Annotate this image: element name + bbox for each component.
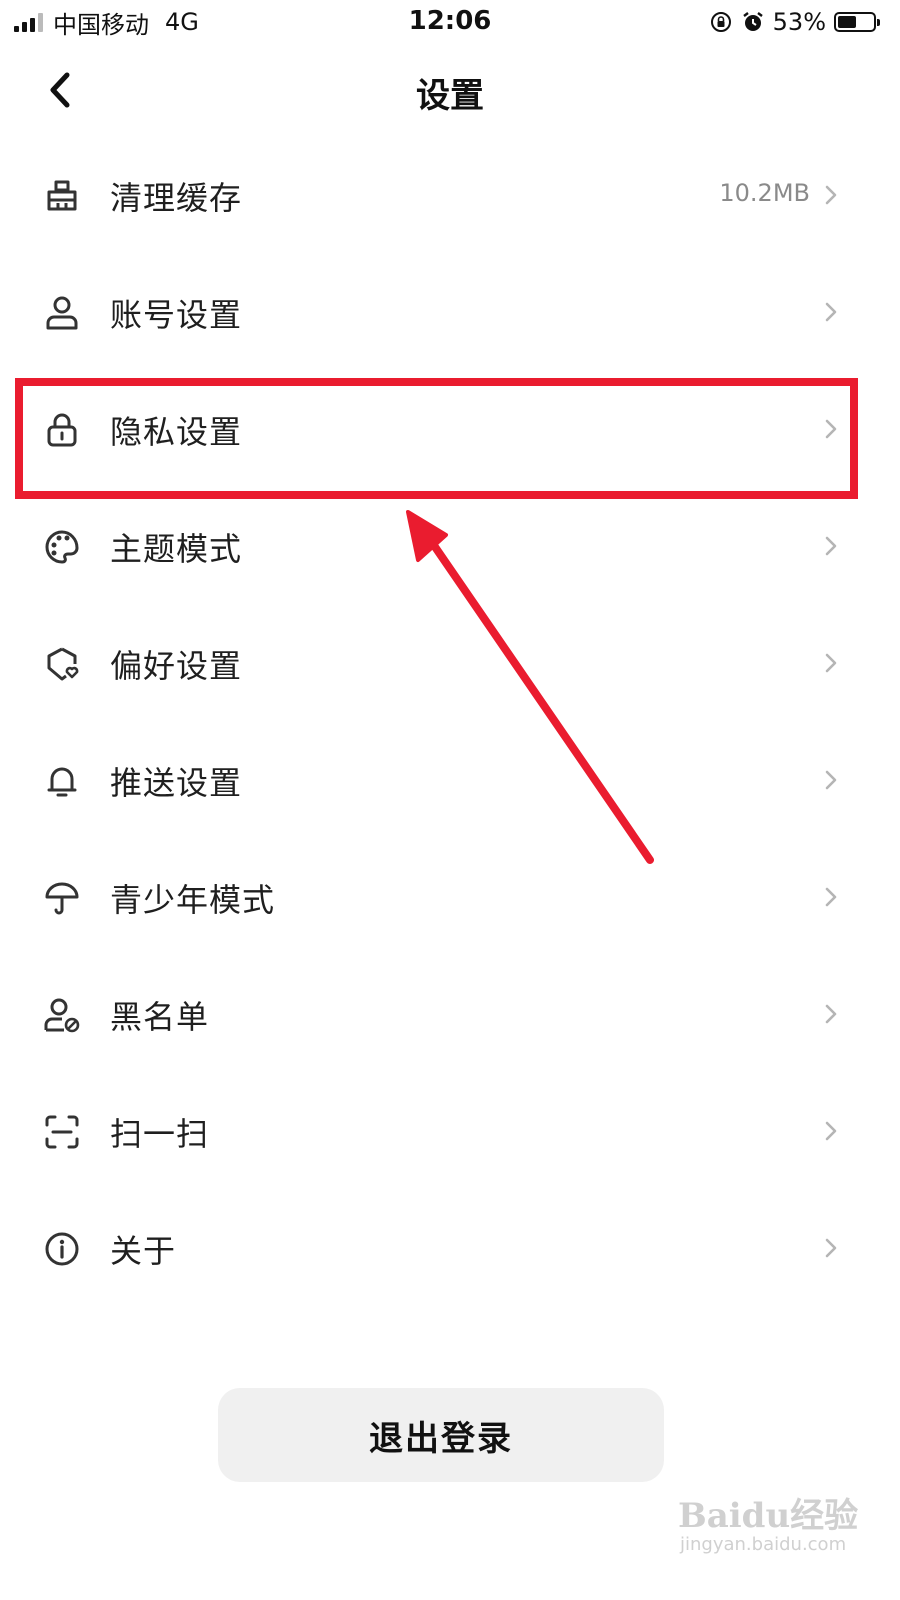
- user-block-icon: [44, 998, 80, 1033]
- settings-item-theme[interactable]: 主题模式: [0, 488, 900, 605]
- chevron-right-icon: [825, 1121, 837, 1141]
- settings-item-label: 青少年模式: [110, 881, 276, 919]
- info-icon: [45, 1232, 79, 1266]
- settings-item-label: 清理缓存: [110, 179, 243, 217]
- chevron-right-icon: [825, 302, 837, 322]
- watermark-brand: Baidu经验: [678, 1496, 859, 1536]
- settings-item-label: 隐私设置: [110, 413, 243, 451]
- scan-icon: [45, 1115, 79, 1149]
- settings-item-label: 账号设置: [110, 296, 243, 334]
- watermark-url: jingyan.baidu.com: [680, 1534, 847, 1555]
- settings-item-label: 扫一扫: [110, 1115, 210, 1153]
- chevron-right-icon: [825, 1238, 837, 1258]
- settings-item-teen-mode[interactable]: 青少年模式: [0, 839, 900, 956]
- status-bar: 中国移动 4G 12:06 53%: [0, 0, 900, 44]
- settings-item-privacy[interactable]: 隐私设置: [0, 371, 900, 488]
- settings-item-clear-cache[interactable]: 清理缓存 10.2MB: [0, 137, 900, 254]
- settings-item-label: 主题模式: [110, 530, 243, 568]
- chevron-right-icon: [825, 887, 837, 907]
- umbrella-icon: [45, 882, 79, 915]
- heart-shield-icon: [47, 647, 79, 681]
- settings-item-push[interactable]: 推送设置: [0, 722, 900, 839]
- settings-item-label: 推送设置: [110, 764, 243, 802]
- settings-item-scan[interactable]: 扫一扫: [0, 1073, 900, 1190]
- settings-list: 清理缓存 10.2MB 账号设置 隐私设置 主题模式 偏好设置 推送设置 青少年…: [0, 137, 900, 1307]
- broom-icon: [47, 180, 77, 211]
- battery-percent: 53%: [772, 8, 826, 36]
- settings-item-label: 关于: [110, 1232, 177, 1270]
- settings-item-preferences[interactable]: 偏好设置: [0, 605, 900, 722]
- settings-item-about[interactable]: 关于: [0, 1190, 900, 1307]
- chevron-right-icon: [825, 536, 837, 556]
- logout-button[interactable]: 退出登录: [218, 1388, 664, 1482]
- chevron-right-icon: [825, 1004, 837, 1024]
- lock-icon: [47, 413, 77, 447]
- orientation-lock-icon: [710, 12, 731, 32]
- status-right: 53%: [709, 6, 880, 38]
- page-title: 设置: [416, 76, 484, 116]
- chevron-right-icon: [825, 653, 837, 673]
- settings-item-label: 黑名单: [110, 998, 210, 1036]
- settings-item-label: 偏好设置: [110, 647, 243, 685]
- chevron-right-icon: [825, 770, 837, 790]
- palette-icon: [45, 530, 79, 564]
- baidu-jingyan-watermark: Baidu经验 jingyan.baidu.com: [672, 1476, 872, 1586]
- chevron-right-icon: [825, 419, 837, 439]
- chevron-right-icon: [825, 185, 837, 205]
- user-icon: [46, 296, 78, 330]
- bell-icon: [47, 767, 77, 797]
- battery-icon: [834, 12, 880, 32]
- alarm-icon: [742, 12, 763, 31]
- settings-item-account[interactable]: 账号设置: [0, 254, 900, 371]
- nav-bar: 设置: [0, 50, 900, 130]
- cache-size-value: 10.2MB: [719, 179, 810, 207]
- settings-item-blacklist[interactable]: 黑名单: [0, 956, 900, 1073]
